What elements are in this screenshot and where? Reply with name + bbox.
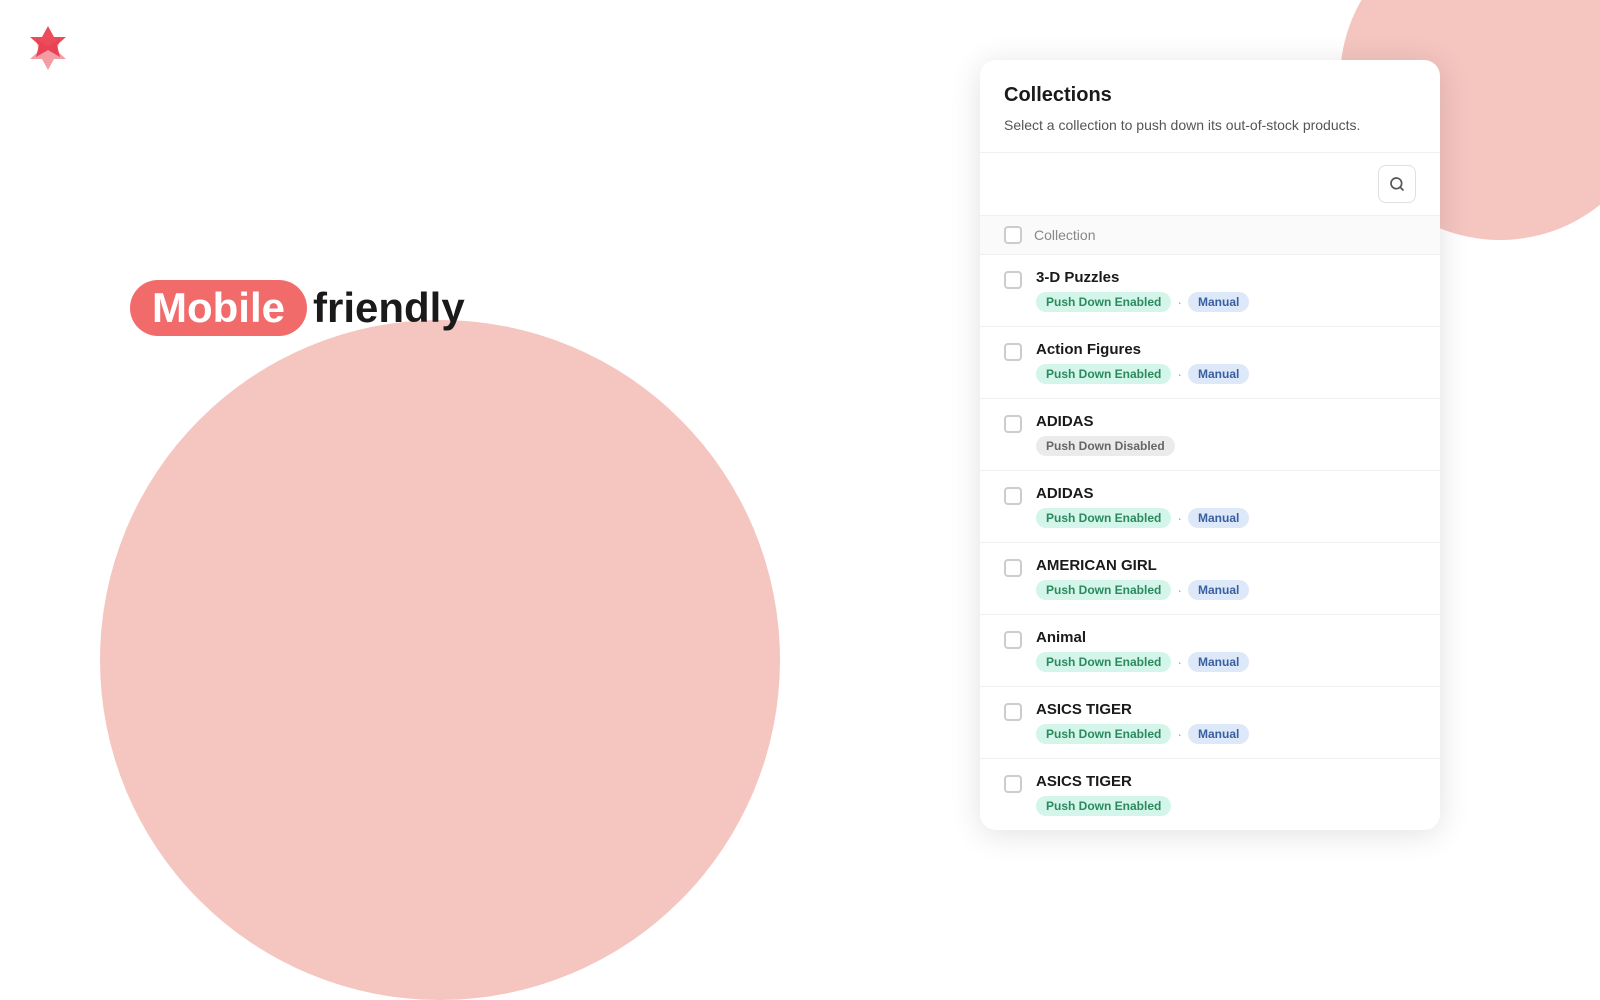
item-content: 3-D Puzzles Push Down Enabled · Manual [1036, 269, 1416, 312]
column-header-row: Collection [980, 216, 1440, 255]
status-badge: Push Down Enabled [1036, 364, 1171, 384]
list-item: AMERICAN GIRL Push Down Enabled · Manual [980, 543, 1440, 615]
item-checkbox[interactable] [1004, 703, 1022, 721]
item-name: ADIDAS [1036, 413, 1416, 430]
bg-circle-decoration [100, 320, 780, 1000]
hero-friendly-label: friendly [313, 284, 465, 332]
panel-header: Collections Select a collection to push … [980, 60, 1440, 153]
panel-title: Collections [1004, 84, 1416, 107]
list-item: Animal Push Down Enabled · Manual [980, 615, 1440, 687]
mode-badge: Manual [1188, 652, 1249, 672]
mode-badge: Manual [1188, 508, 1249, 528]
collections-panel: Collections Select a collection to push … [980, 60, 1440, 830]
mode-badge: Manual [1188, 580, 1249, 600]
list-item: Action Figures Push Down Enabled · Manual [980, 327, 1440, 399]
item-content: ADIDAS Push Down Enabled · Manual [1036, 485, 1416, 528]
item-checkbox[interactable] [1004, 631, 1022, 649]
hero-mobile-label: Mobile [130, 280, 307, 336]
item-badges: Push Down Enabled [1036, 796, 1416, 816]
status-badge: Push Down Enabled [1036, 580, 1171, 600]
item-name: Animal [1036, 629, 1416, 646]
search-bar [980, 153, 1440, 216]
item-name: ADIDAS [1036, 485, 1416, 502]
badge-separator: · [1177, 510, 1182, 526]
list-item: ADIDAS Push Down Disabled [980, 399, 1440, 471]
list-item: ADIDAS Push Down Enabled · Manual [980, 471, 1440, 543]
item-name: AMERICAN GIRL [1036, 557, 1416, 574]
item-content: Animal Push Down Enabled · Manual [1036, 629, 1416, 672]
status-badge: Push Down Disabled [1036, 436, 1175, 456]
mode-badge: Manual [1188, 724, 1249, 744]
item-name: ASICS TIGER [1036, 701, 1416, 718]
item-name: 3-D Puzzles [1036, 269, 1416, 286]
item-content: ASICS TIGER Push Down Enabled · Manual [1036, 701, 1416, 744]
panel-subtitle: Select a collection to push down its out… [1004, 115, 1416, 136]
collections-list: 3-D PuzzlesPush Down Enabled·ManualActio… [980, 255, 1440, 830]
badge-separator: · [1177, 294, 1182, 310]
item-badges: Push Down Enabled · Manual [1036, 652, 1416, 672]
item-name: ASICS TIGER [1036, 773, 1416, 790]
item-content: Action Figures Push Down Enabled · Manual [1036, 341, 1416, 384]
badge-separator: · [1177, 582, 1182, 598]
item-badges: Push Down Enabled · Manual [1036, 292, 1416, 312]
mode-badge: Manual [1188, 364, 1249, 384]
hero-text: Mobile friendly [130, 280, 465, 336]
item-content: ASICS TIGER Push Down Enabled [1036, 773, 1416, 816]
app-logo [20, 20, 76, 81]
list-item: ASICS TIGER Push Down Enabled [980, 759, 1440, 830]
item-name: Action Figures [1036, 341, 1416, 358]
search-input[interactable] [1004, 176, 1370, 192]
badge-separator: · [1177, 654, 1182, 670]
item-checkbox[interactable] [1004, 415, 1022, 433]
item-checkbox[interactable] [1004, 559, 1022, 577]
item-checkbox[interactable] [1004, 343, 1022, 361]
column-header-label: Collection [1034, 227, 1095, 243]
item-checkbox[interactable] [1004, 271, 1022, 289]
item-content: AMERICAN GIRL Push Down Enabled · Manual [1036, 557, 1416, 600]
status-badge: Push Down Enabled [1036, 508, 1171, 528]
list-item: ASICS TIGER Push Down Enabled · Manual [980, 687, 1440, 759]
status-badge: Push Down Enabled [1036, 292, 1171, 312]
status-badge: Push Down Enabled [1036, 796, 1171, 816]
search-icon [1389, 176, 1405, 192]
search-button[interactable] [1378, 165, 1416, 203]
item-badges: Push Down Enabled · Manual [1036, 364, 1416, 384]
status-badge: Push Down Enabled [1036, 724, 1171, 744]
status-badge: Push Down Enabled [1036, 652, 1171, 672]
item-checkbox[interactable] [1004, 775, 1022, 793]
badge-separator: · [1177, 726, 1182, 742]
item-content: ADIDAS Push Down Disabled [1036, 413, 1416, 456]
badge-separator: · [1177, 366, 1182, 382]
item-badges: Push Down Enabled · Manual [1036, 580, 1416, 600]
item-badges: Push Down Enabled · Manual [1036, 724, 1416, 744]
item-badges: Push Down Enabled · Manual [1036, 508, 1416, 528]
list-item: 3-D Puzzles Push Down Enabled · Manual [980, 255, 1440, 327]
mode-badge: Manual [1188, 292, 1249, 312]
item-badges: Push Down Disabled [1036, 436, 1416, 456]
header-checkbox [1004, 226, 1022, 244]
item-checkbox[interactable] [1004, 487, 1022, 505]
